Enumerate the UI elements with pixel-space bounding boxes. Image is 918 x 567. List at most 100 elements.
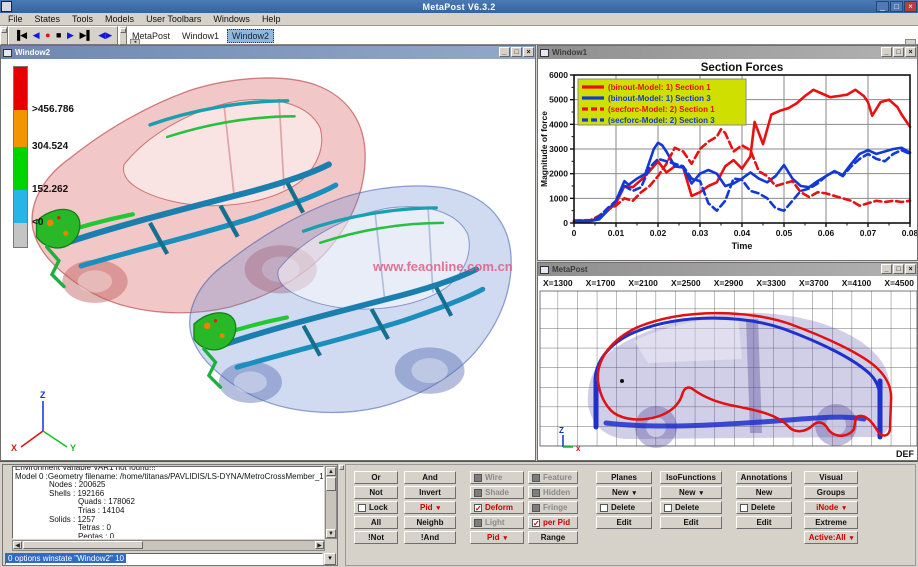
console-output[interactable]: Environment Variable VAR1 not found!!!Mo… (12, 466, 324, 539)
window1-maximize-button[interactable]: □ (893, 47, 904, 57)
window2-title-bar[interactable]: Window2 _ □ × (1, 46, 535, 59)
draw-style-pid-button[interactable]: Pid▾ (470, 531, 524, 544)
draw-option-range-button[interactable]: Range (528, 531, 578, 544)
app-title: MetaPost V6.3.2 (0, 2, 918, 12)
bounce-button[interactable]: ◀▶ (98, 31, 112, 40)
visual-extreme-button[interactable]: Extreme (804, 516, 858, 529)
window1-title: Window1 (552, 48, 587, 57)
window1-minimize-button[interactable]: _ (881, 47, 892, 57)
checkbox-icon: ✓ (474, 504, 482, 512)
menu-item-user-toolbars[interactable]: User Toolbars (141, 14, 206, 24)
isofunctions-edit-button[interactable]: Edit (660, 516, 722, 529)
draw-option-fringe-checkbox[interactable]: Fringe (528, 501, 578, 514)
tabbar-grip[interactable] (119, 26, 127, 45)
first-state-button[interactable]: ▐◀ (14, 31, 27, 40)
annotations-delete-checkbox[interactable]: Delete (736, 501, 792, 514)
button-label: Neighb (416, 518, 443, 527)
section-x-label: X=3700 (799, 278, 829, 288)
logic-a-all-button[interactable]: All (354, 516, 398, 529)
button-label: Edit (683, 518, 698, 527)
section-x-label: X=2100 (628, 278, 658, 288)
logic-b-and-button[interactable]: And (404, 471, 456, 484)
logic-b-and-button[interactable]: !And (404, 531, 456, 544)
button-label: Extreme (815, 518, 847, 527)
isofunctions-new-button[interactable]: New▾ (660, 486, 722, 499)
menu-item-models[interactable]: Models (100, 14, 139, 24)
isofunctions-delete-checkbox[interactable]: Delete (660, 501, 722, 514)
annotations-new-button[interactable]: New (736, 486, 792, 499)
draw-style-light-checkbox[interactable]: Light (470, 516, 524, 529)
maximize-button[interactable]: □ (890, 1, 903, 12)
planes-delete-checkbox[interactable]: Delete (596, 501, 652, 514)
metapost-maximize-button[interactable]: □ (893, 264, 904, 274)
checkbox-icon (474, 519, 482, 527)
checkbox-label: Feature (543, 473, 572, 482)
panel-column-draw-option: Feature Hidden Fringe ✓per Pid Range (528, 471, 578, 544)
menu-item-windows[interactable]: Windows (208, 14, 255, 24)
menu-item-file[interactable]: File (3, 14, 28, 24)
visual-groups-button[interactable]: Groups (804, 486, 858, 499)
last-state-button[interactable]: ▶▌ (79, 31, 92, 40)
triad-z-label: Z (559, 426, 564, 435)
planes-new-button[interactable]: New▾ (596, 486, 652, 499)
logic-a-lock-checkbox[interactable]: Lock (354, 501, 398, 514)
command-input[interactable]: 0 options winstate "Window2" 10 (5, 553, 323, 565)
logic-a-or-button[interactable]: Or (354, 471, 398, 484)
draw-option-hidden-checkbox[interactable]: Hidden (528, 486, 578, 499)
logic-a-not-button[interactable]: !Not (354, 531, 398, 544)
panel-column-logic-a: Or Not Lock All !Not (354, 471, 398, 544)
metapost-close-button[interactable]: × (905, 264, 916, 274)
annotations-edit-button[interactable]: Edit (736, 516, 792, 529)
window2-close-button[interactable]: × (523, 47, 534, 57)
window1-close-button[interactable]: × (905, 47, 916, 57)
draw-option-per-pid-checkbox[interactable]: ✓per Pid (528, 516, 578, 529)
menu-item-states[interactable]: States (30, 14, 66, 24)
plot-viewport[interactable]: 00.010.020.030.040.050.060.070.080100020… (538, 59, 917, 260)
logic-b-pid-button[interactable]: Pid▾ (404, 501, 456, 514)
menu-item-tools[interactable]: Tools (67, 14, 98, 24)
button-label: New (679, 488, 695, 497)
logic-b-neighb-button[interactable]: Neighb (404, 516, 456, 529)
command-history-dropdown[interactable]: ▾ (324, 553, 336, 565)
toolbar-grip[interactable] (0, 26, 8, 45)
panel-splitter[interactable] (338, 464, 345, 566)
tab-window2[interactable]: Window2 (227, 29, 274, 43)
window2-minimize-button[interactable]: _ (499, 47, 510, 57)
logic-a-not-button[interactable]: Not (354, 486, 398, 499)
visual-inode-button[interactable]: iNode▾ (804, 501, 858, 514)
window1-title-bar[interactable]: Window1 _ □ × (538, 46, 917, 59)
visual-visual-button[interactable]: Visual (804, 471, 858, 484)
menu-item-help[interactable]: Help (257, 14, 286, 24)
close-button[interactable]: × (904, 1, 917, 12)
x-axis-label: Time (732, 241, 753, 251)
play-button[interactable]: ▶ (67, 31, 74, 40)
3d-viewport[interactable]: Z X Y >456.786304.524152.262<0 www.feaon… (1, 59, 535, 460)
visual-active-all-button[interactable]: Active:All▾ (804, 531, 858, 544)
logic-b-invert-button[interactable]: Invert (404, 486, 456, 499)
console-grip[interactable] (3, 465, 11, 565)
button-label: !And (421, 533, 439, 542)
previous-state-button[interactable]: ◀ (33, 31, 40, 40)
console-hscrollbar[interactable]: ◀ ▶ (12, 540, 325, 551)
command-text: 0 options winstate "Window2" 10 (6, 554, 126, 563)
button-label: Or (371, 473, 380, 482)
metapost-window-title-bar[interactable]: MetaPost _ □ × (538, 263, 917, 276)
record-button[interactable]: ● (45, 31, 50, 40)
draw-option-feature-checkbox[interactable]: Feature (528, 471, 578, 484)
chart-title: Section Forces (701, 62, 783, 74)
chevron-down-icon: ▾ (503, 534, 507, 542)
axis-triad: Z X Y (11, 390, 76, 453)
console-vscrollbar[interactable]: ▲ ▼ (325, 466, 337, 539)
planes-edit-button[interactable]: Edit (596, 516, 652, 529)
console-line: Quads : 178062 (15, 498, 321, 507)
draw-style-shade-checkbox[interactable]: Shade (470, 486, 524, 499)
window2-maximize-button[interactable]: □ (511, 47, 522, 57)
chevron-down-icon: ▾ (850, 534, 854, 542)
draw-style-deform-checkbox[interactable]: ✓Deform (470, 501, 524, 514)
stop-button[interactable]: ■ (56, 31, 61, 40)
section-cut-viewport[interactable]: X=1300X=1700X=2100X=2500X=2900X=3300X=37… (538, 276, 917, 460)
minimize-button[interactable]: _ (876, 1, 889, 12)
metapost-minimize-button[interactable]: _ (881, 264, 892, 274)
tab-window1[interactable]: Window1 (178, 30, 223, 42)
draw-style-wire-checkbox[interactable]: Wire (470, 471, 524, 484)
